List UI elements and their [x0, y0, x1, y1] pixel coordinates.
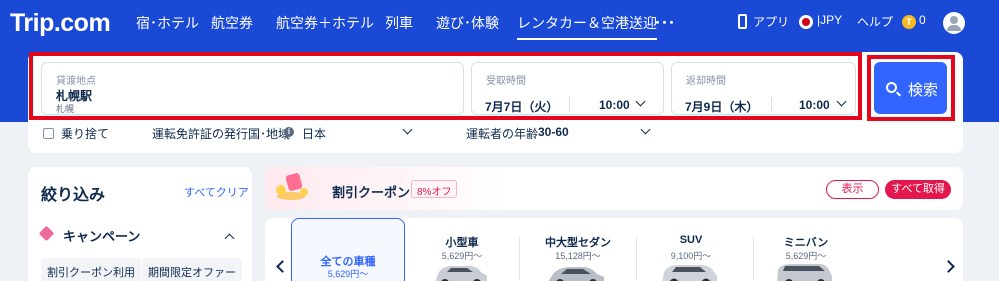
car-type-suv[interactable]: SUV 9,100円～: [634, 218, 748, 281]
highlight-box-search-button: [867, 55, 955, 121]
info-icon[interactable]: i: [284, 127, 294, 137]
coin-count: 0: [919, 13, 926, 27]
nav-flight-hotel[interactable]: 航空券＋ホテル: [276, 13, 374, 33]
car-type-name: 中大型セダン: [545, 237, 611, 249]
divider: [519, 236, 520, 280]
coupon-title: 割引クーポン: [332, 185, 411, 200]
car-type-compact[interactable]: 小型車 5,629円～: [405, 218, 519, 281]
nav-flights[interactable]: 航空券: [211, 13, 253, 33]
user-avatar[interactable]: [943, 12, 965, 34]
campaign-heading[interactable]: キャンペーン: [63, 226, 140, 245]
show-coupons-button[interactable]: 表示: [826, 180, 879, 199]
nav-hotels[interactable]: 宿･ホテル: [136, 13, 199, 33]
currency-selector[interactable]: |JPY: [817, 13, 842, 27]
trip-logo[interactable]: Trip.com: [10, 9, 111, 38]
suv-car-image: [662, 265, 717, 281]
filter-tag-coupon[interactable]: 割引クーポン利用: [41, 258, 141, 281]
nav-activities[interactable]: 遊び･体験: [436, 13, 499, 33]
nav-trains[interactable]: 列車: [385, 13, 413, 33]
currency-label: JPY: [820, 13, 843, 27]
car-type-carousel: 全ての車種 5,629円～ 小型車 5,629円～ 中大型セダン 15,128円…: [265, 218, 963, 281]
coin-icon[interactable]: T: [902, 15, 916, 29]
one-way-label: 乗り捨て: [61, 127, 110, 141]
car-type-minivan[interactable]: ミニバン 5,629円～: [749, 218, 863, 281]
car-type-price: 5,629円～: [785, 251, 827, 261]
driver-age-label: 運転者の年齢: [466, 127, 539, 141]
one-way-checkbox[interactable]: [43, 128, 54, 139]
filter-panel: 絞り込み すべてクリア キャンペーン 割引クーポン利用 期間限定オファー: [28, 167, 252, 281]
filter-tag-limited-offer[interactable]: 期間限定オファー: [142, 258, 242, 281]
car-type-sedan[interactable]: 中大型セダン 15,128円～: [521, 218, 635, 281]
get-all-coupons-button[interactable]: すべて取得: [885, 180, 951, 199]
clear-all-link[interactable]: すべてクリア: [184, 184, 249, 200]
car-type-price: 9,100円～: [670, 251, 712, 261]
chevron-left-icon[interactable]: [276, 260, 289, 273]
car-type-name: SUV: [679, 234, 703, 246]
nav-car-rental[interactable]: レンタカー＆空港送迎: [517, 13, 657, 40]
car-type-all[interactable]: 全ての車種 5,629円～: [291, 218, 405, 281]
car-type-price: 5,629円～: [327, 269, 369, 279]
sedan-car-image: [548, 267, 604, 281]
app-link[interactable]: アプリ: [753, 13, 789, 30]
nav-more[interactable]: ･･･: [654, 13, 675, 33]
phone-icon[interactable]: [738, 14, 747, 29]
license-country-select[interactable]: 日本: [302, 125, 326, 142]
license-country-label: 運転免許証の発行国･地域: [152, 127, 291, 141]
driver-age-select[interactable]: 30-60: [538, 125, 569, 139]
car-type-name: ミニバン: [783, 237, 829, 249]
chevron-right-icon[interactable]: [942, 260, 955, 273]
minivan-car-image: [777, 264, 832, 281]
filter-title: 絞り込み: [41, 187, 106, 204]
chevron-up-icon[interactable]: [224, 233, 235, 244]
coupon-bar: 割引クーポン 8%オフ 表示 すべて取得: [265, 167, 963, 210]
campaign-icon: [38, 225, 55, 242]
help-link[interactable]: ヘルプ: [857, 13, 893, 30]
coupon-discount-badge: 8%オフ: [411, 180, 458, 198]
compact-car-image: [435, 266, 487, 281]
car-type-name: 小型車: [445, 237, 479, 249]
car-type-price: 15,128円～: [555, 251, 601, 261]
highlight-box-search-fields: [29, 52, 862, 120]
car-type-price: 5,629円～: [441, 251, 483, 261]
japan-flag-icon[interactable]: [799, 15, 813, 29]
coupon-gift-icon: [276, 173, 308, 200]
